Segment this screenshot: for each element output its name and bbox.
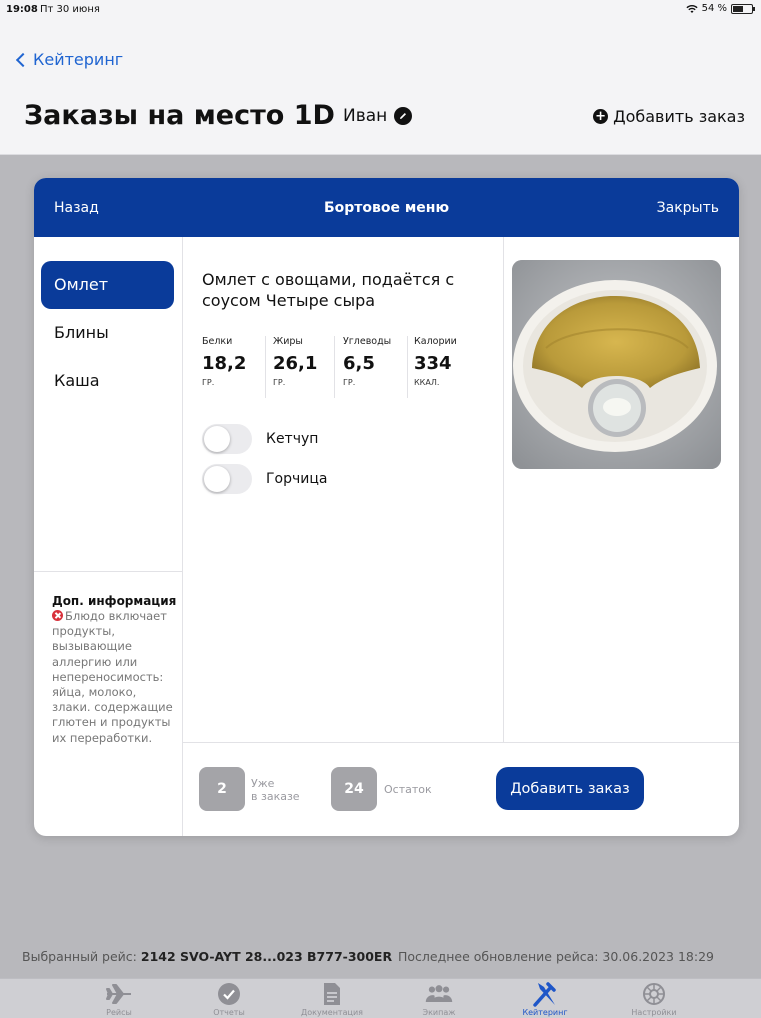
tab-bar: Рейсы Отчеты Документация Экипаж Кейтери… <box>0 978 761 1018</box>
status-indicators: 54 % <box>685 3 755 14</box>
onboard-menu-modal: Бортовое меню Назад Закрыть Омлет Блины … <box>34 178 739 836</box>
tab-reports[interactable]: Отчеты <box>189 981 269 1017</box>
allergy-warning-text: Блюдо включает продукты, вызывающие алле… <box>52 609 173 745</box>
nutrition-value: 18,2 <box>202 353 247 374</box>
tab-label: Отчеты <box>213 1008 245 1017</box>
user-name: Иван <box>343 106 388 126</box>
nutrition-proteins: Белки 18,2 ГР. <box>202 336 272 387</box>
option-mustard[interactable]: Горчица <box>202 464 327 494</box>
nutrition-label: Жиры <box>273 336 303 347</box>
modal-header: Бортовое меню Назад Закрыть <box>34 178 739 237</box>
remaining-count: 24 <box>331 767 377 811</box>
add-order-header-button[interactable]: + Добавить заказ <box>593 107 745 126</box>
nutrition-value: 334 <box>414 353 452 374</box>
tab-label: Экипаж <box>422 1008 456 1017</box>
nutrition-value: 26,1 <box>273 353 318 374</box>
wifi-icon <box>685 4 698 13</box>
last-update: Последнее обновление рейса: 30.06.2023 1… <box>398 949 714 964</box>
nutrition-unit: ГР. <box>202 378 215 387</box>
tab-crew[interactable]: Экипаж <box>399 981 479 1017</box>
airplane-icon <box>104 981 134 1007</box>
alert-x-icon <box>52 610 63 621</box>
selected-flight-value: 2142 SVO-AYT 28...023 B777-300ER <box>140 949 393 964</box>
gear-icon <box>639 981 669 1007</box>
option-label: Кетчуп <box>266 431 319 447</box>
nutrition-label: Углеводы <box>343 336 392 347</box>
ketchup-toggle[interactable] <box>202 424 252 454</box>
dish-name: Омлет с овощами, подаётся с соусом Четыр… <box>202 270 455 310</box>
nutrition-calories: Калории 334 ККАЛ. <box>414 336 484 387</box>
in-order-count: 2 <box>199 767 245 811</box>
nutrition-unit: ГР. <box>343 378 356 387</box>
nutrition-label: Калории <box>414 336 457 347</box>
tab-label: Кейтеринг <box>522 1008 568 1017</box>
tab-label: Рейсы <box>106 1008 132 1017</box>
nutrition-unit: ККАЛ. <box>414 378 440 387</box>
nutrition-fats: Жиры 26,1 ГР. <box>273 336 343 387</box>
tab-label: Настройки <box>631 1008 677 1017</box>
nutrition-unit: ГР. <box>273 378 286 387</box>
additional-info-title: Доп. информация <box>52 594 177 608</box>
tab-settings[interactable]: Настройки <box>614 981 694 1017</box>
in-order-label: Уже в заказе <box>251 777 300 803</box>
nutrition-carbs: Углеводы 6,5 ГР. <box>343 336 413 387</box>
remaining-label: Остаток <box>384 783 432 796</box>
menu-item-pancakes[interactable]: Блины <box>41 309 174 357</box>
option-ketchup[interactable]: Кетчуп <box>202 424 318 454</box>
tab-flights[interactable]: Рейсы <box>79 981 159 1017</box>
additional-info: Доп. информация Блюдо включает продукты,… <box>52 594 177 746</box>
selected-flight-label: Выбранный рейс: <box>22 949 137 964</box>
order-action-bar: 2 Уже в заказе 24 Остаток Добавить заказ <box>183 742 739 836</box>
option-label: Горчица <box>266 471 328 487</box>
menu-list: Омлет Блины Каша <box>34 237 182 572</box>
menu-item-porridge[interactable]: Каша <box>41 357 174 405</box>
dish-photo <box>512 260 721 469</box>
plus-circle-icon: + <box>593 109 609 124</box>
divider <box>334 336 335 398</box>
add-order-header-label: Добавить заказ <box>613 107 745 126</box>
modal-title: Бортовое меню <box>323 200 450 216</box>
dish-details: Омлет с овощами, подаётся с соусом Четыр… <box>183 237 504 742</box>
tab-label: Документация <box>301 1008 363 1017</box>
chevron-left-icon <box>15 52 31 67</box>
edit-pencil-icon <box>394 107 413 125</box>
page-header-area <box>0 0 761 155</box>
nutrition-value: 6,5 <box>343 353 375 374</box>
selected-flight: Выбранный рейс: 2142 SVO-AYT 28...023 B7… <box>22 949 392 964</box>
checkmark-circle-icon <box>214 981 244 1007</box>
in-order-label-line2: в заказе <box>251 790 300 803</box>
tab-catering[interactable]: Кейтеринг <box>505 981 585 1017</box>
status-date: Пт 30 июня <box>40 4 100 15</box>
divider <box>265 336 266 398</box>
nutrition-label: Белки <box>202 336 233 347</box>
user-name-button[interactable]: Иван <box>343 106 413 126</box>
mustard-toggle[interactable] <box>202 464 252 494</box>
status-time: 19:08 <box>6 4 38 15</box>
allergy-warning: Блюдо включает продукты, вызывающие алле… <box>52 609 177 746</box>
flight-info-bar: Выбранный рейс: 2142 SVO-AYT 28...023 B7… <box>0 935 761 978</box>
toggle-knob <box>204 426 230 452</box>
in-order-label-line1: Уже <box>251 777 275 790</box>
people-icon <box>424 981 454 1007</box>
modal-back-button[interactable]: Назад <box>54 200 99 216</box>
add-order-button[interactable]: Добавить заказ <box>496 767 644 810</box>
fork-knife-icon <box>530 981 560 1007</box>
dish-photo-column <box>504 237 739 742</box>
page-title: Заказы на место 1D <box>24 100 335 131</box>
omelet-photo-illustration <box>512 260 721 469</box>
toggle-knob <box>204 466 230 492</box>
battery-icon <box>731 3 755 14</box>
modal-close-button[interactable]: Закрыть <box>657 200 719 216</box>
menu-column: Омлет Блины Каша Доп. информация Блюдо в… <box>34 237 183 836</box>
back-to-catering-button[interactable]: Кейтеринг <box>14 50 123 69</box>
divider <box>407 336 408 398</box>
document-icon <box>317 981 347 1007</box>
status-bar: 19:08 Пт 30 июня 54 % <box>0 0 761 18</box>
battery-percent: 54 % <box>701 3 727 14</box>
menu-item-omelet[interactable]: Омлет <box>41 261 174 309</box>
tab-documentation[interactable]: Документация <box>292 981 372 1017</box>
back-label: Кейтеринг <box>33 50 124 69</box>
